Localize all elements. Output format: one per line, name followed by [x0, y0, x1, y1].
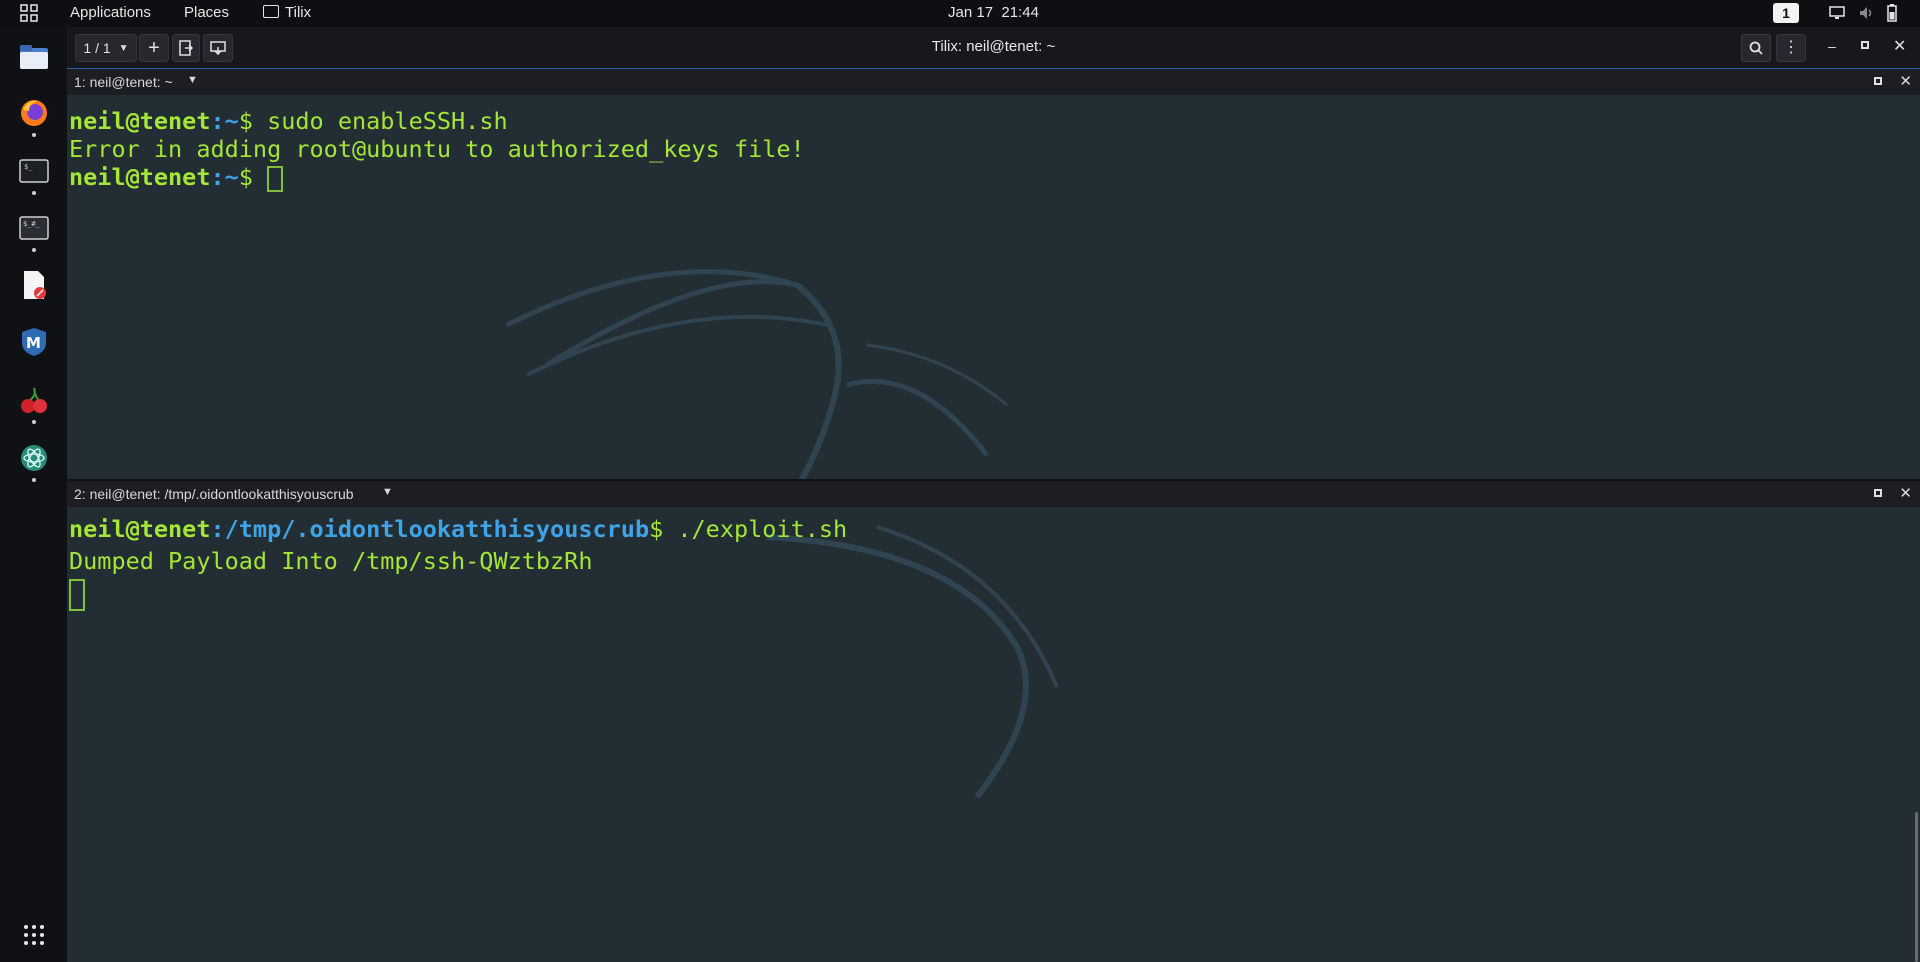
pane2-close-icon[interactable]: ✕	[1899, 484, 1912, 502]
chevron-down-icon[interactable]: ▼	[382, 486, 393, 498]
kebab-menu-icon: ⋮	[1783, 39, 1799, 56]
prompt-colon: :	[210, 163, 225, 191]
battery-icon[interactable]	[1887, 4, 1897, 26]
menu-button[interactable]: ⋮	[1776, 34, 1806, 62]
workspace-number: 1	[1782, 5, 1790, 21]
pane1-title: 1: neil@tenet: ~	[74, 74, 173, 90]
prompt-path: ~	[224, 107, 239, 135]
atom-app-icon[interactable]	[19, 443, 49, 473]
terminal-pane-2[interactable]: neil@tenet:/tmp/.oidontlookatthisyouscru…	[67, 507, 1920, 962]
firefox-icon[interactable]	[19, 98, 49, 128]
clock[interactable]: Jan 17 21:44	[948, 4, 1039, 21]
pane1-header[interactable]: 1: neil@tenet: ~ ▼ ✕	[67, 69, 1920, 95]
prompt-path: ~	[224, 163, 239, 191]
applications-menu[interactable]: Applications	[70, 4, 151, 21]
svg-text:$_#_: $_#_	[23, 220, 41, 228]
prompt-colon: :	[210, 515, 225, 543]
prompt-user: neil@tenet	[69, 163, 211, 191]
pane1-close-icon[interactable]: ✕	[1899, 72, 1912, 90]
workspace-indicator[interactable]: 1	[1773, 3, 1799, 23]
svg-text:$_: $_	[24, 163, 33, 171]
pane1-line-3: neil@tenet:~$	[69, 163, 284, 192]
places-menu[interactable]: Places	[184, 4, 229, 21]
activities-grid-icon[interactable]	[20, 4, 38, 26]
prompt-colon: :	[210, 107, 225, 135]
root-terminal-icon[interactable]: $_#_	[19, 213, 49, 243]
text-cursor	[69, 579, 85, 611]
close-window-button[interactable]: ✕	[1893, 36, 1906, 56]
pane1-line-1: neil@tenet:~$ sudo enableSSH.sh	[69, 107, 508, 135]
tilix-window: 1 / 1 ▼ + Tilix: neil@tenet: ~ ⋮ – ✕ 1: …	[67, 27, 1920, 962]
pane1-maximize-icon[interactable]	[1874, 73, 1882, 88]
prompt-symbol: $	[238, 163, 268, 191]
pane2-line-1: neil@tenet:/tmp/.oidontlookatthisyouscru…	[69, 515, 847, 543]
tilix-app-menu[interactable]: Tilix	[263, 4, 311, 21]
pane1-output-line: Error in adding root@ubuntu to authorize…	[69, 135, 805, 163]
scrollbar[interactable]	[1915, 812, 1918, 962]
display-icon[interactable]	[1829, 6, 1845, 24]
kali-dragon-watermark	[505, 269, 1008, 489]
tilix-icon	[263, 5, 279, 18]
pane2-header[interactable]: 2: neil@tenet: /tmp/.oidontlookatthisyou…	[67, 481, 1920, 507]
text-editor-icon[interactable]	[19, 270, 49, 300]
pane2-line-3	[69, 579, 85, 611]
prompt-path: /tmp/.oidontlookatthisyouscrub	[224, 515, 650, 543]
minimize-button[interactable]: –	[1828, 38, 1836, 54]
dock: $_ $_#_ M	[0, 27, 67, 962]
prompt-user: neil@tenet	[69, 107, 211, 135]
terminal-icon[interactable]: $_	[19, 156, 49, 186]
cherrytree-icon[interactable]	[19, 385, 49, 415]
top-panel: Applications Places Tilix Jan 17 21:44 1	[0, 0, 1920, 27]
text-cursor	[267, 165, 284, 192]
prompt-user: neil@tenet	[69, 515, 211, 543]
maximize-button[interactable]	[1861, 41, 1869, 49]
command-text: $ sudo enableSSH.sh	[238, 107, 508, 135]
command-text: $ ./exploit.sh	[649, 515, 848, 543]
pane2-title: 2: neil@tenet: /tmp/.oidontlookatthisyou…	[74, 486, 354, 502]
terminal-pane-1[interactable]: neil@tenet:~$ sudo enableSSH.sh Error in…	[67, 95, 1920, 489]
chevron-down-icon[interactable]: ▼	[187, 74, 198, 86]
tilix-app-label: Tilix	[285, 4, 312, 21]
metasploit-icon[interactable]: M	[19, 327, 49, 357]
window-title: Tilix: neil@tenet: ~	[931, 38, 1056, 55]
show-apps-grid-icon[interactable]	[19, 920, 49, 950]
search-icon	[1749, 41, 1763, 55]
pane2-maximize-icon[interactable]	[1874, 485, 1882, 500]
pane2-output-line: Dumped Payload Into /tmp/ssh-QWztbzRh	[69, 547, 593, 575]
files-icon[interactable]	[19, 42, 49, 72]
volume-icon[interactable]	[1858, 5, 1874, 25]
kali-dragon-watermark	[766, 525, 1059, 799]
svg-text:M: M	[26, 334, 41, 352]
find-button[interactable]	[1741, 34, 1771, 62]
window-headerbar: 1 / 1 ▼ + Tilix: neil@tenet: ~ ⋮ – ✕	[67, 27, 1920, 70]
